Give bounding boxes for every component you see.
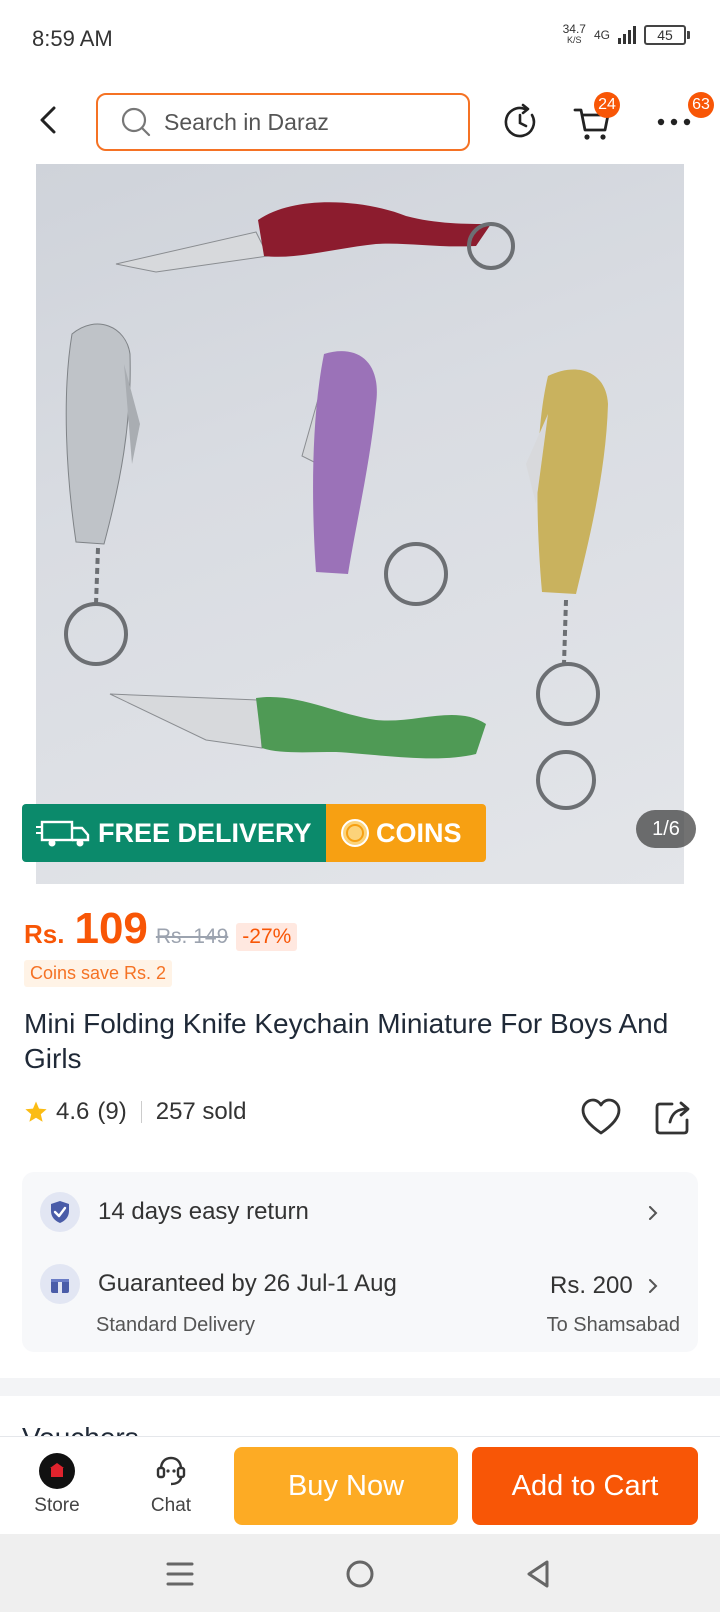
free-delivery-text: FREE DELIVERY: [98, 817, 312, 848]
status-bar: 8:59 AM 34.7 K/S 4G 45: [0, 0, 720, 80]
cart-button[interactable]: 24: [566, 92, 620, 148]
triangle-back-icon: [527, 1560, 549, 1588]
buy-now-button[interactable]: Buy Now: [234, 1447, 458, 1525]
header: Search in Daraz 24 63: [0, 80, 720, 164]
search-icon: [121, 107, 151, 137]
image-page-indicator: 1/6: [636, 810, 696, 848]
network-type: 4G: [593, 27, 610, 42]
sold-count: 257 sold: [155, 1098, 247, 1125]
delivery-row[interactable]: Guaranteed by 26 Jul-1 Aug: [40, 1264, 397, 1304]
battery-level: 45: [644, 25, 686, 45]
search-placeholder: Search in Daraz: [164, 108, 329, 135]
section-divider: [0, 1378, 720, 1396]
chat-button[interactable]: Chat: [126, 1451, 216, 1517]
bottom-action-bar: Store Chat Buy Now Add to Cart: [0, 1436, 720, 1534]
home-circle-icon: [346, 1560, 374, 1588]
delivery-box-icon: [40, 1264, 80, 1304]
more-button[interactable]: 63: [648, 92, 714, 148]
home-button[interactable]: [340, 1554, 380, 1594]
coins-save-tag: Coins save Rs. 2: [24, 960, 173, 987]
chevron-right-icon: [649, 1279, 658, 1293]
original-price: Rs. 149: [155, 925, 229, 948]
more-badge: 63: [688, 92, 714, 118]
more-icon: [657, 118, 691, 126]
delivery-truck-icon: [36, 820, 90, 847]
chat-icon: [156, 1456, 186, 1486]
coin-icon: [341, 819, 369, 847]
store-button[interactable]: Store: [12, 1451, 102, 1517]
search-input[interactable]: Search in Daraz: [96, 93, 470, 151]
signal-icon: [618, 26, 636, 44]
menu-icon: [166, 1562, 194, 1586]
rating-row[interactable]: 4.6 (9) 257 sold: [24, 1098, 246, 1126]
cart-badge: 24: [594, 92, 620, 118]
heart-icon: [581, 1098, 621, 1135]
delivery-guarantee-text: Guaranteed by 26 Jul-1 Aug: [98, 1270, 397, 1297]
delivery-type: Standard Delivery: [96, 1314, 255, 1336]
system-navigation-bar: [0, 1534, 720, 1612]
service-card: 14 days easy return Guaranteed by 26 Jul…: [22, 1172, 698, 1352]
price-currency: Rs.: [24, 919, 65, 949]
battery-icon: 45: [644, 25, 690, 45]
coins-text: COINS: [376, 817, 462, 848]
add-to-cart-button[interactable]: Add to Cart: [472, 1447, 698, 1525]
back-button[interactable]: [30, 102, 66, 138]
store-label: Store: [34, 1495, 80, 1516]
chevron-left-icon: [40, 106, 56, 134]
knife-keychains-photo: [64, 202, 608, 810]
system-back-button[interactable]: [518, 1554, 558, 1594]
recent-apps-button[interactable]: [160, 1554, 200, 1594]
network-speed: 34.7 K/S: [562, 22, 586, 45]
share-button[interactable]: [652, 1096, 694, 1138]
shield-icon: [40, 1192, 80, 1232]
delivery-location: To Shamsabad: [546, 1314, 680, 1336]
wishlist-button[interactable]: [580, 1096, 622, 1138]
star-icon: [25, 1101, 47, 1122]
return-policy-row[interactable]: 14 days easy return: [40, 1192, 309, 1232]
discount-badge: -27%: [236, 923, 298, 951]
status-indicators: 34.7 K/S 4G 45: [562, 22, 690, 46]
rating-divider: [140, 1101, 142, 1123]
store-logo-icon: [39, 1453, 75, 1489]
coins-badge: COINS: [326, 804, 486, 862]
status-time: 8:59 AM: [32, 26, 113, 51]
product-image[interactable]: [36, 164, 684, 884]
price-row: Rs. 109 Rs. 149 -27%: [24, 904, 298, 954]
history-button[interactable]: [494, 96, 546, 148]
chat-label: Chat: [150, 1495, 192, 1516]
rating-value: 4.6: [56, 1098, 90, 1125]
rating-count: (9): [97, 1098, 127, 1125]
price-value: 109: [74, 904, 148, 953]
share-icon: [655, 1101, 690, 1135]
delivery-fee: Rs. 200: [550, 1272, 633, 1299]
history-icon: [504, 103, 536, 138]
product-title: Mini Folding Knife Keychain Miniature Fo…: [24, 1008, 669, 1074]
promo-strip: FREE DELIVERY COINS: [22, 804, 486, 862]
return-policy-text: 14 days easy return: [98, 1198, 309, 1225]
chevron-right-icon: [649, 1206, 658, 1220]
product-gallery[interactable]: FREE DELIVERY COINS 1/6: [0, 164, 720, 884]
free-delivery-badge: FREE DELIVERY: [22, 804, 326, 862]
